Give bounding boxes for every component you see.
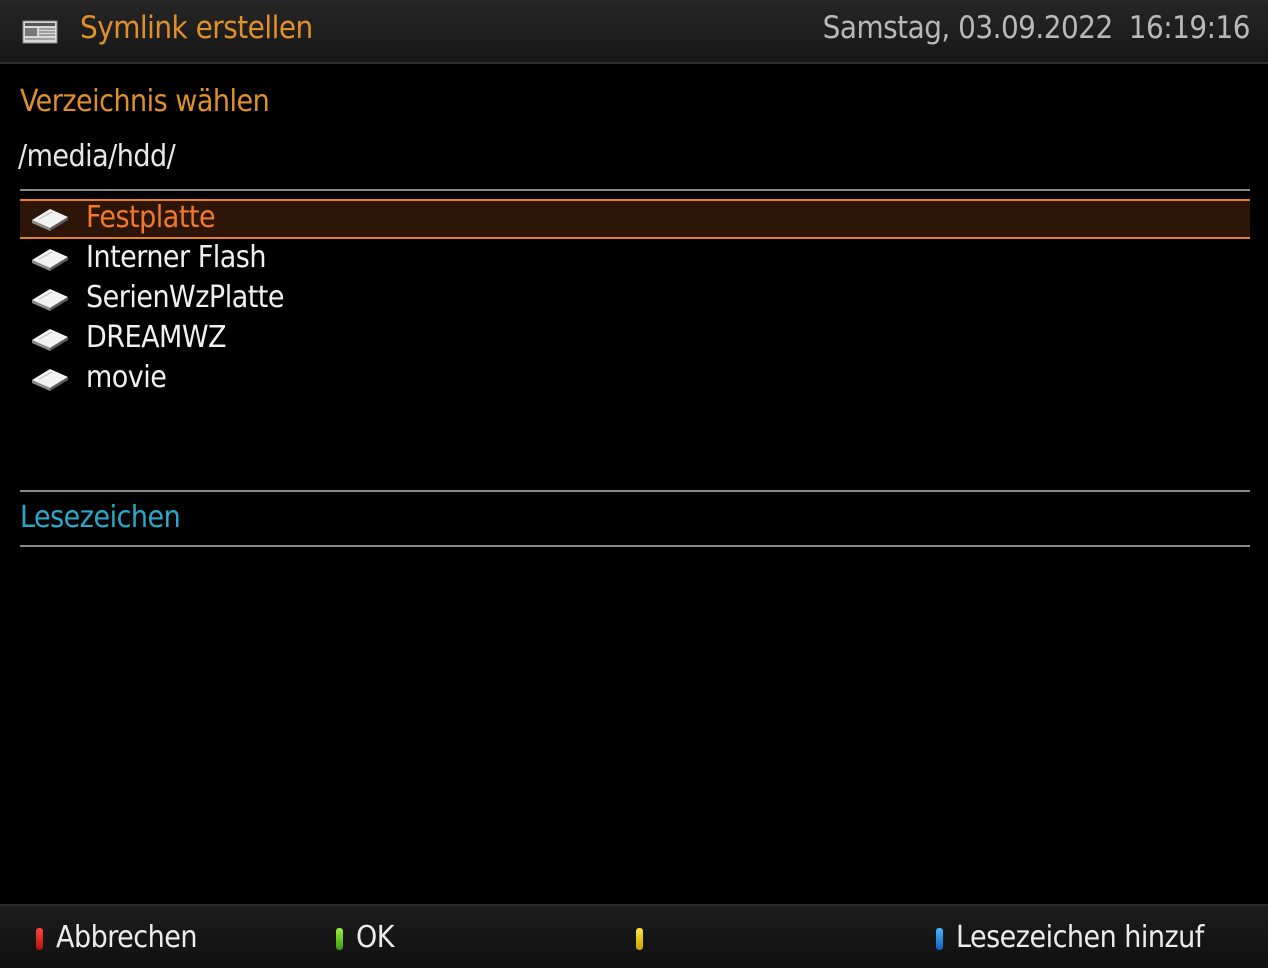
harddisk-icon (32, 209, 68, 231)
directory-item[interactable]: Interner Flash (20, 239, 1250, 279)
main-panel: Verzeichnis wählen /media/hdd/ Festplatt… (0, 66, 1268, 900)
directory-item[interactable]: Festplatte (20, 199, 1250, 239)
divider (20, 490, 1250, 492)
bookmarks-title: Lesezeichen (20, 500, 181, 535)
divider (20, 189, 1250, 191)
directory-label: movie (86, 360, 167, 395)
directory-item[interactable]: DREAMWZ (20, 319, 1250, 359)
blue-key-icon (936, 928, 943, 950)
harddisk-icon (32, 329, 68, 351)
green-key-label: OK (356, 920, 394, 955)
directory-label: DREAMWZ (86, 320, 227, 355)
header-bar: Symlink erstellen Samstag, 03.09.2022 16:… (0, 0, 1268, 64)
yellow-key-icon (636, 928, 643, 950)
datetime-display: Samstag, 03.09.2022 16:19:16 (822, 10, 1251, 46)
blue-key-label: Lesezeichen hinzuf (956, 920, 1204, 955)
news-icon (22, 20, 58, 44)
directory-item[interactable]: movie (20, 359, 1250, 399)
directory-label: Interner Flash (86, 240, 266, 275)
red-key-icon (36, 928, 43, 950)
footer-bar: Abbrechen OK Lesezeichen hinzuf (0, 904, 1268, 968)
date-text: Samstag, 03.09.2022 (822, 10, 1114, 46)
section-title: Verzeichnis wählen (20, 84, 270, 119)
harddisk-icon (32, 289, 68, 311)
red-key-label: Abbrechen (56, 920, 197, 955)
directory-item[interactable]: SerienWzPlatte (20, 279, 1250, 319)
page-title: Symlink erstellen (80, 10, 313, 46)
directory-label: SerienWzPlatte (86, 280, 285, 315)
green-key-icon (336, 928, 343, 950)
harddisk-icon (32, 249, 68, 271)
screen: Symlink erstellen Samstag, 03.09.2022 16:… (0, 0, 1268, 968)
directory-list[interactable]: Festplatte Interner Flash SerienWzPlatte… (20, 199, 1250, 399)
divider (20, 545, 1250, 547)
directory-label: Festplatte (86, 200, 216, 235)
bookmarks-list[interactable] (20, 556, 1250, 886)
harddisk-icon (32, 369, 68, 391)
time-text: 16:19:16 (1128, 10, 1251, 46)
current-path: /media/hdd/ (18, 139, 176, 174)
